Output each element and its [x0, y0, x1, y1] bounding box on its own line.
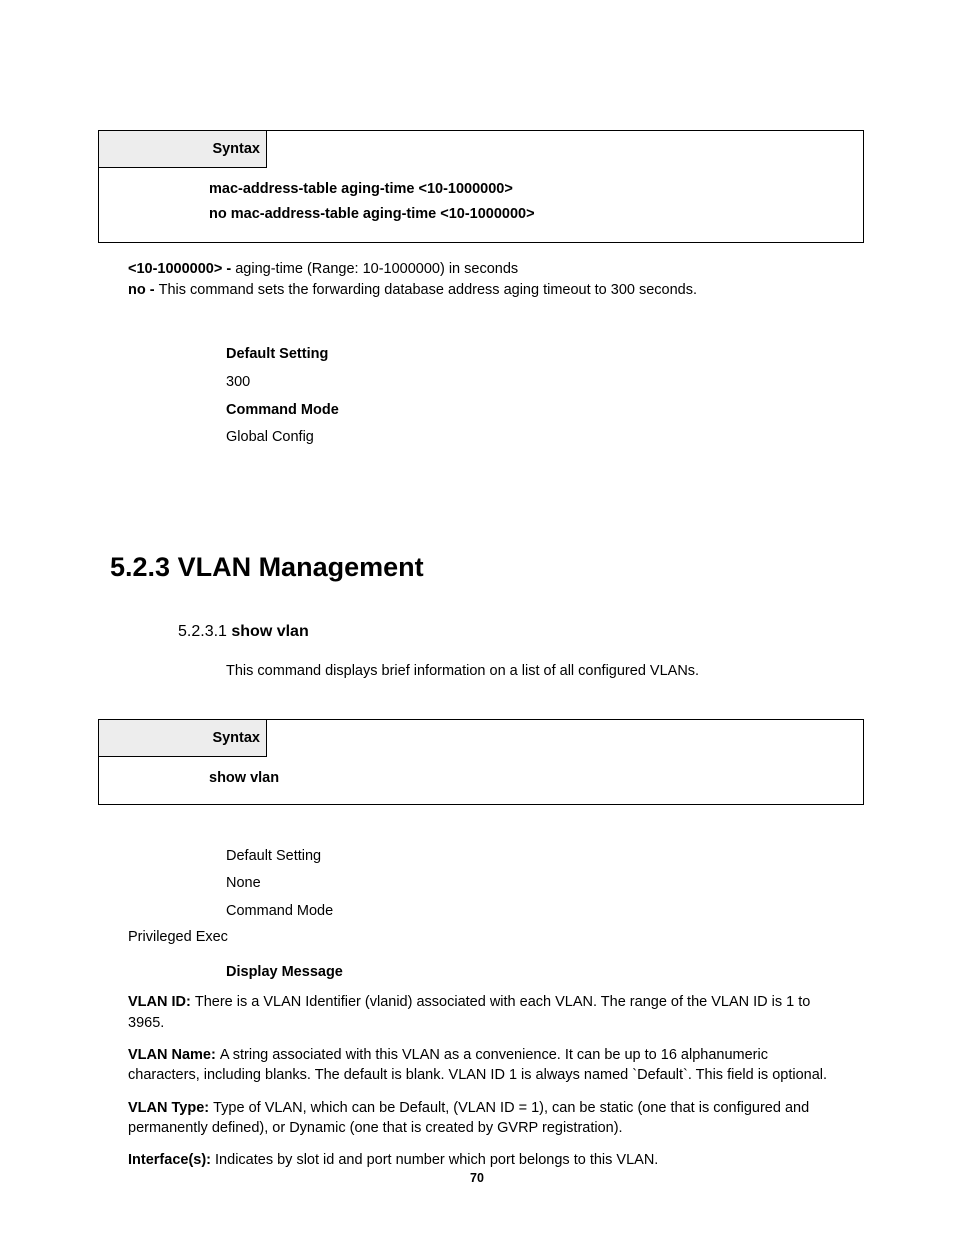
default-setting-label: Default Setting	[226, 843, 864, 871]
subsection-title: show vlan	[231, 623, 308, 640]
syntax-body-2: show vlan	[99, 757, 863, 804]
syntax-box-2: Syntax show vlan	[98, 719, 864, 805]
param-row: no - This command sets the forwarding da…	[128, 280, 864, 301]
display-label: Interface(s):	[128, 1152, 215, 1168]
section-heading: 5.2.3 VLAN Management	[110, 552, 864, 583]
display-text: There is a VLAN Identifier (vlanid) asso…	[128, 994, 810, 1030]
subsection-number: 5.2.3.1	[178, 623, 231, 640]
display-item: VLAN ID: There is a VLAN Identifier (vla…	[128, 992, 834, 1033]
display-item: VLAN Type: Type of VLAN, which can be De…	[128, 1098, 834, 1139]
syntax-body-1: mac-address-table aging-time <10-1000000…	[99, 168, 863, 242]
syntax-box-1: Syntax mac-address-table aging-time <10-…	[98, 130, 864, 243]
page-number: 70	[0, 1171, 954, 1185]
default-setting-label: Default Setting	[226, 341, 864, 369]
display-item: Interface(s): Indicates by slot id and p…	[128, 1150, 834, 1170]
param-row: <10-1000000> - aging-time (Range: 10-100…	[128, 259, 864, 280]
subsection-description: This command displays brief information …	[226, 663, 864, 679]
syntax-line: no mac-address-table aging-time <10-1000…	[209, 203, 853, 226]
display-label: VLAN Name:	[128, 1047, 220, 1063]
section-number: 5.2.3	[110, 552, 178, 582]
settings-block-2: Default Setting None Command Mode	[226, 843, 864, 926]
command-mode-label: Command Mode	[226, 898, 864, 926]
syntax-line: mac-address-table aging-time <10-1000000…	[209, 178, 853, 201]
syntax-header-1: Syntax	[99, 131, 267, 168]
command-mode-value: Privileged Exec	[128, 927, 864, 948]
subsection-heading: 5.2.3.1 show vlan	[178, 623, 864, 641]
settings-block-1: Default Setting 300 Command Mode Global …	[226, 341, 864, 451]
param-label: no -	[128, 282, 159, 298]
display-label: VLAN ID:	[128, 994, 195, 1010]
param-text: aging-time (Range: 10-1000000) in second…	[235, 261, 518, 277]
document-page: Syntax mac-address-table aging-time <10-…	[0, 0, 954, 1171]
section-title: VLAN Management	[178, 552, 424, 582]
parameter-block: <10-1000000> - aging-time (Range: 10-100…	[128, 259, 864, 301]
command-mode-label: Command Mode	[226, 397, 864, 425]
display-message-label: Display Message	[226, 964, 864, 980]
command-mode-value: Global Config	[226, 424, 864, 452]
display-text: Type of VLAN, which can be Default, (VLA…	[128, 1100, 809, 1136]
display-text: Indicates by slot id and port number whi…	[215, 1152, 658, 1168]
syntax-header-2: Syntax	[99, 720, 267, 757]
display-item: VLAN Name: A string associated with this…	[128, 1045, 834, 1086]
display-label: VLAN Type:	[128, 1100, 213, 1116]
syntax-line: show vlan	[209, 767, 853, 790]
default-setting-value: 300	[226, 369, 864, 397]
default-setting-value: None	[226, 870, 864, 898]
param-text: This command sets the forwarding databas…	[159, 282, 697, 298]
display-text: A string associated with this VLAN as a …	[128, 1047, 827, 1083]
param-label: <10-1000000> -	[128, 261, 235, 277]
